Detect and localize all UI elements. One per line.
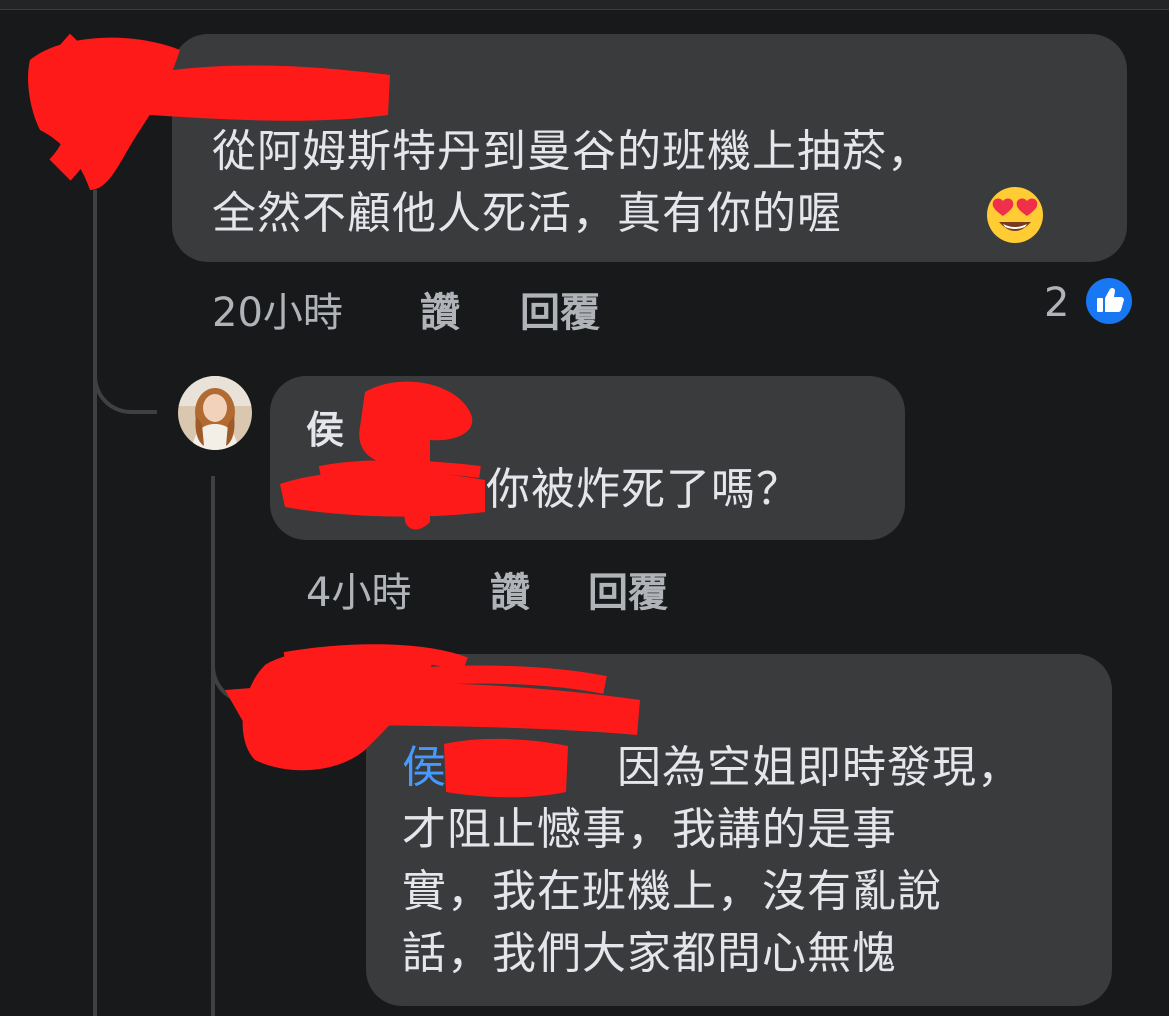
thread-branch-reply1 (93, 330, 157, 414)
heart-eyes-emoji (987, 187, 1043, 243)
thread-line-main (93, 190, 97, 1016)
reply-text-line-3: 實，我在班機上，沒有亂說 (402, 866, 942, 917)
redaction-scribble-reply-1 (280, 381, 485, 530)
redaction-scribble-mention (444, 738, 568, 798)
reply-time[interactable]: 4小時 (306, 560, 411, 618)
reaction-count[interactable]: 2 (1044, 280, 1069, 326)
reply-reply-button[interactable]: 回覆 (588, 560, 668, 618)
redaction-scribble-author-1 (28, 33, 390, 190)
reply-like-button[interactable]: 讚 (490, 560, 530, 618)
top-divider (0, 0, 1169, 10)
reply-text-line-2: 才阻止憾事，我講的是事 (402, 804, 897, 855)
avatar[interactable] (178, 376, 252, 450)
reply-text-line-4: 話，我們大家都問心無愧 (402, 928, 897, 979)
avatar-photo (178, 376, 252, 450)
reply-button[interactable]: 回覆 (520, 280, 600, 338)
like-button[interactable]: 讚 (420, 280, 460, 338)
comment-time[interactable]: 20小時 (212, 280, 343, 338)
reply-text: 你被炸死了嗎？ (486, 464, 801, 515)
like-icon[interactable] (1084, 276, 1134, 326)
thread-line-reply (211, 476, 215, 1016)
